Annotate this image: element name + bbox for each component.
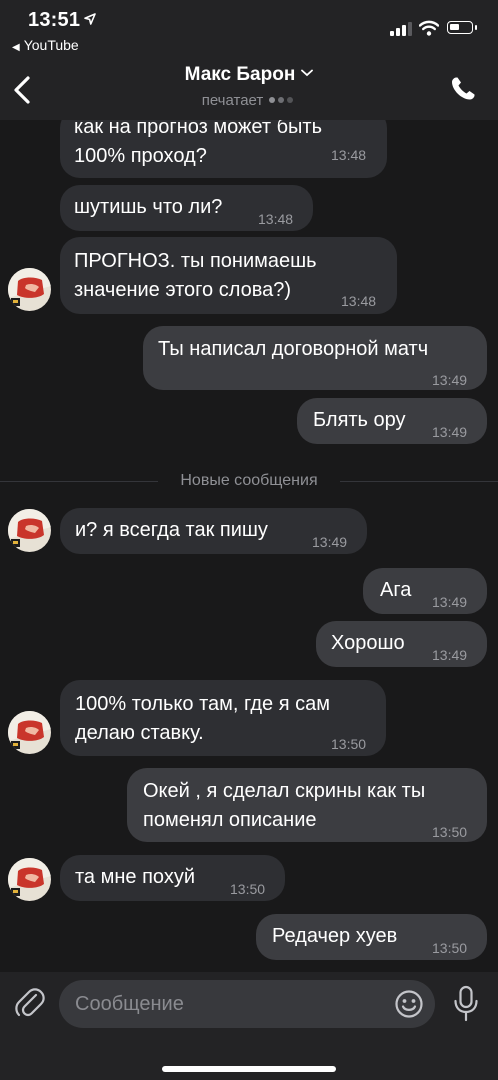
message-time: 13:50 xyxy=(331,736,367,752)
message-bubble-incoming[interactable]: та мне похуй 13:50 xyxy=(60,855,285,901)
avatar-image xyxy=(8,509,51,552)
message-time: 13:48 xyxy=(258,211,294,227)
message-time: 13:48 xyxy=(341,293,377,309)
message-bubble-incoming[interactable]: 100% только там, где я сам делаю ставку. … xyxy=(60,680,386,756)
message-time: 13:49 xyxy=(432,424,468,440)
message-text: Ага xyxy=(380,579,412,601)
message-bubble-incoming[interactable]: и? я всегда так пишу 13:49 xyxy=(60,508,367,554)
message-input[interactable] xyxy=(75,980,375,1028)
avatar[interactable] xyxy=(8,509,51,552)
typing-status: печатает xyxy=(0,92,498,109)
message-text: значение этого слова?) xyxy=(74,279,292,301)
microphone-icon[interactable] xyxy=(452,985,480,1023)
status-time: 13:51 xyxy=(28,9,81,31)
avatar-image xyxy=(8,858,51,901)
message-list[interactable]: как на прогноз может быть 100% проход? 13… xyxy=(0,120,498,972)
message-composer xyxy=(0,972,498,1080)
message-text: Хорошо xyxy=(331,632,405,654)
attach-icon[interactable] xyxy=(14,986,46,1022)
back-app-label: YouTube xyxy=(23,37,79,53)
avatar[interactable] xyxy=(8,858,51,901)
status-bar: 13:51 ◀ YouTube xyxy=(0,0,498,58)
message-text: Редачер хуев xyxy=(272,925,398,947)
contact-name: Макс Барон xyxy=(184,64,296,85)
message-bubble-incoming[interactable]: как на прогноз может быть 100% проход? 13… xyxy=(60,120,387,178)
avatar-image xyxy=(8,711,51,754)
chat-header: Макс Барон печатает xyxy=(0,58,498,120)
new-messages-label: Новые сообщения xyxy=(180,472,318,489)
location-arrow-icon xyxy=(84,13,96,25)
message-text: поменял описание xyxy=(143,809,317,831)
message-time: 13:49 xyxy=(432,372,468,388)
message-time: 13:48 xyxy=(331,147,367,163)
home-indicator[interactable] xyxy=(162,1066,336,1072)
message-text: Ты написал договорной матч xyxy=(158,338,429,360)
contact-title[interactable]: Макс Барон xyxy=(0,64,498,86)
message-bubble-outgoing[interactable]: Блять ору 13:49 xyxy=(297,398,487,444)
back-to-app-link[interactable]: ◀ YouTube xyxy=(12,37,79,53)
message-text: та мне похуй xyxy=(75,866,195,888)
emoji-icon[interactable] xyxy=(394,989,424,1019)
message-text: 100% только там, где я сам xyxy=(75,693,330,715)
message-bubble-outgoing[interactable]: Окей , я сделал скрины как ты поменял опи… xyxy=(127,768,487,842)
wifi-icon xyxy=(419,20,439,36)
message-bubble-outgoing[interactable]: Хорошо 13:49 xyxy=(316,621,487,667)
chevron-down-icon xyxy=(301,69,314,77)
message-time: 13:49 xyxy=(432,594,468,610)
avatar[interactable] xyxy=(8,268,51,311)
back-triangle-icon: ◀ xyxy=(12,42,20,53)
typing-dots-icon xyxy=(269,92,296,109)
battery-tip xyxy=(475,25,477,30)
message-text: Блять ору xyxy=(313,409,406,431)
message-text: Окей , я сделал скрины как ты xyxy=(143,780,426,802)
message-text: как на прогноз может быть xyxy=(74,120,322,138)
signal-icon xyxy=(390,22,412,36)
message-text: ПРОГНОЗ. ты понимаешь xyxy=(74,250,317,272)
message-time: 13:50 xyxy=(432,824,468,840)
message-time: 13:49 xyxy=(312,534,348,550)
message-text: и? я всегда так пишу xyxy=(75,519,268,541)
message-text: шутишь что ли? xyxy=(74,196,223,218)
message-time: 13:50 xyxy=(432,940,468,956)
new-messages-divider: Новые сообщения xyxy=(0,472,498,492)
message-time: 13:49 xyxy=(432,647,468,663)
typing-status-text: печатает xyxy=(201,92,264,109)
message-input-box[interactable] xyxy=(59,980,435,1028)
message-bubble-outgoing[interactable]: Ага 13:49 xyxy=(363,568,487,614)
message-text: 100% проход? xyxy=(74,145,207,167)
message-bubble-incoming[interactable]: шутишь что ли? 13:48 xyxy=(60,185,313,231)
avatar[interactable] xyxy=(8,711,51,754)
message-bubble-incoming[interactable]: ПРОГНОЗ. ты понимаешь значение этого слов… xyxy=(60,237,397,314)
message-bubble-outgoing[interactable]: Ты написал договорной матч 13:49 xyxy=(143,326,487,390)
avatar-image xyxy=(8,268,51,311)
message-bubble-outgoing[interactable]: Редачер хуев 13:50 xyxy=(256,914,487,960)
battery-icon xyxy=(447,21,473,34)
message-text: делаю ставку. xyxy=(75,722,204,744)
message-time: 13:50 xyxy=(230,881,266,897)
phone-icon[interactable] xyxy=(449,75,477,103)
